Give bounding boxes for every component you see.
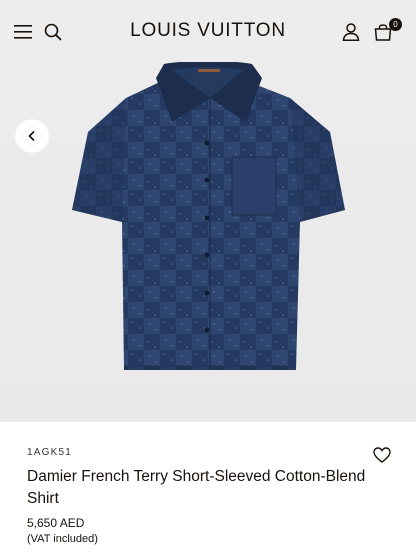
chevron-left-icon: [28, 130, 35, 142]
search-icon: [44, 23, 62, 41]
product-sku: 1AGK51: [27, 447, 73, 458]
product-title: Damier French Terry Short-Sleeved Cotton…: [27, 468, 366, 507]
product-image: [72, 62, 345, 370]
top-header: LOUIS VUITTON 0: [0, 0, 416, 62]
menu-button[interactable]: [12, 21, 34, 43]
product-info: 1AGK51 Damier French Terry Short-Sleeved…: [0, 422, 416, 555]
back-button[interactable]: [15, 119, 49, 153]
search-button[interactable]: [42, 21, 64, 43]
bag-count-badge: 0: [389, 18, 402, 31]
vat-note: (VAT included): [27, 533, 98, 545]
product-gallery[interactable]: [0, 62, 416, 422]
account-icon: [342, 23, 360, 41]
heart-icon: [373, 447, 391, 463]
menu-icon: [14, 25, 32, 39]
brand-logo[interactable]: LOUIS VUITTON: [120, 20, 296, 42]
wishlist-button[interactable]: [371, 444, 393, 466]
product-price: 5,650 AED: [27, 516, 85, 530]
account-button[interactable]: [340, 21, 362, 43]
